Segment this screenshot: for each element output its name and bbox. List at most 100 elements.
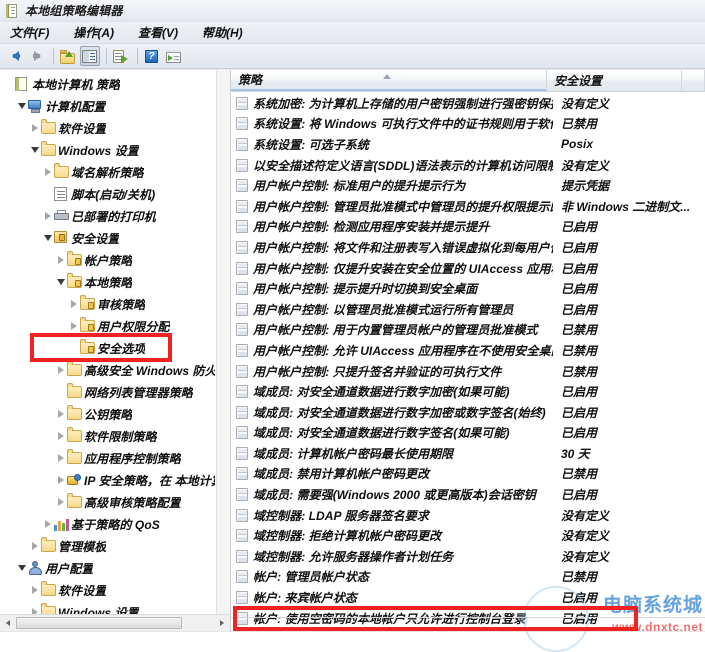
export-list-button[interactable] (111, 46, 131, 66)
content-split: 本地计算机 策略计算机配置软件设置Windows 设置域名解析策略脚本(启动/关… (0, 69, 705, 631)
table-row[interactable]: 域控制器: 允许服务器操作者计划任务没有定义 (231, 546, 705, 567)
up-one-level-button[interactable] (58, 46, 78, 66)
chevron-down-icon[interactable] (28, 147, 41, 153)
tree-item[interactable]: 软件设置 (0, 579, 217, 601)
chevron-down-icon[interactable] (15, 103, 28, 109)
tree-item[interactable]: 公钥策略 (0, 403, 217, 425)
table-row[interactable]: 域控制器: LDAP 服务器签名要求没有定义 (231, 505, 705, 526)
tree-vertical-scrollbar[interactable] (216, 70, 230, 614)
policy-name: 用户帐户控制: 用于内置管理员帐户的管理员批准模式 (253, 321, 553, 338)
table-row[interactable]: 用户帐户控制: 标准用户的提升提示行为提示凭据 (231, 175, 705, 196)
menu-help[interactable]: 帮助(H) (200, 23, 253, 42)
table-row[interactable]: 域成员: 对安全通道数据进行数字签名(如果可能)已启用 (231, 423, 705, 444)
tree-item[interactable]: 已部署的打印机 (0, 205, 217, 227)
tree-item[interactable]: Windows 设置 (0, 601, 217, 614)
tree-item[interactable]: IP 安全策略，在 本地计算机 (0, 469, 217, 491)
scroll-right-button[interactable] (214, 615, 230, 631)
chevron-right-icon[interactable] (28, 124, 41, 132)
table-row[interactable]: 帐户: 重命名来宾帐户Guest (231, 628, 705, 631)
tree-item[interactable]: 安全设置 (0, 227, 217, 249)
table-row[interactable]: 以安全描述符定义语言(SDDL)语法表示的计算机访问限制没有定义 (231, 155, 705, 176)
tree-item[interactable]: 用户权限分配 (0, 315, 217, 337)
chevron-right-icon[interactable] (41, 168, 54, 176)
scroll-thumb[interactable] (16, 617, 182, 629)
chevron-right-icon[interactable] (28, 586, 41, 594)
table-row[interactable]: 域控制器: 拒绝计算机帐户密码更改没有定义 (231, 525, 705, 546)
tree-item[interactable]: 高级审核策略配置 (0, 491, 217, 513)
table-row[interactable]: 域成员: 禁用计算机帐户密码更改已禁用 (231, 464, 705, 485)
show-hide-tree-button[interactable] (80, 46, 100, 66)
forward-button[interactable] (27, 46, 47, 66)
chevron-right-icon[interactable] (54, 432, 67, 440)
tree-item[interactable]: 基于策略的 QoS (0, 513, 217, 535)
chevron-right-icon[interactable] (54, 454, 67, 462)
scroll-track[interactable] (16, 615, 214, 631)
chevron-down-icon[interactable] (41, 235, 54, 241)
table-row[interactable]: 系统设置: 可选子系统Posix (231, 134, 705, 155)
table-row[interactable]: 域成员: 对安全通道数据进行数字加密或数字签名(始终)已启用 (231, 402, 705, 423)
tree-item[interactable]: 高级安全 Windows 防火墙 (0, 359, 217, 381)
chevron-right-icon[interactable] (67, 300, 80, 308)
tree-item[interactable]: Windows 设置 (0, 139, 217, 161)
policy-name: 域成员: 对安全通道数据进行数字加密(如果可能) (253, 383, 553, 400)
view-options-button[interactable] (164, 46, 184, 66)
table-row[interactable]: 系统加密: 为计算机上存储的用户密钥强制进行强密钥保护没有定义 (231, 93, 705, 114)
tree-item[interactable]: 用户配置 (0, 557, 217, 579)
menu-file[interactable]: 文件(F) (8, 23, 59, 42)
chevron-down-icon[interactable] (15, 565, 28, 571)
tree-item[interactable]: 应用程序控制策略 (0, 447, 217, 469)
tree-item[interactable]: 本地计算机 策略 (0, 73, 217, 95)
table-row[interactable]: 域成员: 需要强(Windows 2000 或更高版本)会话密钥已启用 (231, 484, 705, 505)
scroll-left-button[interactable] (0, 615, 16, 631)
up-folder-icon (60, 49, 76, 64)
policy-setting-value: 提示凭据 (553, 177, 705, 194)
tree-item[interactable]: 管理模板 (0, 535, 217, 557)
table-row[interactable]: 域成员: 对安全通道数据进行数字加密(如果可能)已启用 (231, 381, 705, 402)
table-row[interactable]: 系统设置: 将 Windows 可执行文件中的证书规则用于软件...已禁用 (231, 114, 705, 135)
policy-setting-value: 已禁用 (553, 321, 705, 338)
tree-item[interactable]: 软件设置 (0, 117, 217, 139)
console-tree[interactable]: 本地计算机 策略计算机配置软件设置Windows 设置域名解析策略脚本(启动/关… (0, 70, 217, 614)
tree-item[interactable]: 安全选项 (0, 337, 217, 359)
chevron-right-icon[interactable] (54, 498, 67, 506)
chevron-right-icon[interactable] (54, 410, 67, 418)
table-row[interactable]: 用户帐户控制: 只提升签名并验证的可执行文件已禁用 (231, 361, 705, 382)
chevron-right-icon[interactable] (41, 212, 54, 220)
table-row[interactable]: 用户帐户控制: 将文件和注册表写入错误虚拟化到每用户位置已启用 (231, 237, 705, 258)
chevron-right-icon[interactable] (28, 542, 41, 550)
table-row[interactable]: 用户帐户控制: 用于内置管理员帐户的管理员批准模式已禁用 (231, 320, 705, 341)
table-row[interactable]: 用户帐户控制: 提示提升时切换到安全桌面已启用 (231, 278, 705, 299)
chevron-right-icon[interactable] (54, 366, 67, 374)
tree-item[interactable]: 软件限制策略 (0, 425, 217, 447)
table-row[interactable]: 域成员: 计算机帐户密码最长使用期限30 天 (231, 443, 705, 464)
tree-item[interactable]: 网络列表管理器策略 (0, 381, 217, 403)
back-button[interactable] (5, 46, 25, 66)
chevron-right-icon[interactable] (54, 476, 67, 484)
tree-item[interactable]: 本地策略 (0, 271, 217, 293)
table-row[interactable]: 帐户: 管理员帐户状态已禁用 (231, 567, 705, 588)
table-row[interactable]: 用户帐户控制: 检测应用程序安装并提示提升已启用 (231, 217, 705, 238)
menu-action[interactable]: 操作(A) (71, 23, 124, 42)
tree-item[interactable]: 审核策略 (0, 293, 217, 315)
chevron-down-icon[interactable] (54, 279, 67, 285)
menu-view[interactable]: 查看(V) (136, 23, 188, 42)
tree-item[interactable]: 域名解析策略 (0, 161, 217, 183)
column-policy[interactable]: 策略 (231, 70, 547, 91)
policy-list[interactable]: 系统加密: 为计算机上存储的用户密钥强制进行强密钥保护没有定义系统设置: 将 W… (231, 92, 705, 631)
tree-horizontal-scrollbar[interactable] (0, 614, 230, 631)
chevron-right-icon[interactable] (41, 520, 54, 528)
chevron-right-icon[interactable] (54, 256, 67, 264)
column-security-setting[interactable]: 安全设置 (547, 70, 682, 91)
table-row[interactable]: 用户帐户控制: 管理员批准模式中管理员的提升权限提示的...非 Windows … (231, 196, 705, 217)
table-row[interactable]: 帐户: 来宾帐户状态已启用 (231, 587, 705, 608)
tree-item[interactable]: 帐户策略 (0, 249, 217, 271)
column-extra[interactable] (682, 70, 705, 91)
tree-item[interactable]: 脚本(启动/关机) (0, 183, 217, 205)
table-row[interactable]: 用户帐户控制: 仅提升安装在安全位置的 UIAccess 应用程序已启用 (231, 258, 705, 279)
table-row[interactable]: 用户帐户控制: 以管理员批准模式运行所有管理员已启用 (231, 299, 705, 320)
tree-item[interactable]: 计算机配置 (0, 95, 217, 117)
help-button[interactable]: ? (142, 46, 162, 66)
table-row[interactable]: 帐户: 使用空密码的本地帐户只允许进行控制台登录已启用 (231, 608, 705, 629)
table-row[interactable]: 用户帐户控制: 允许 UIAccess 应用程序在不使用安全桌面...已禁用 (231, 340, 705, 361)
chevron-right-icon[interactable] (67, 322, 80, 330)
